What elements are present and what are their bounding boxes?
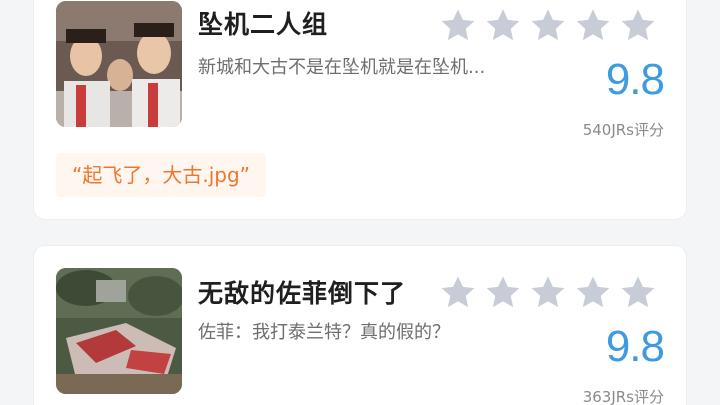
star-icon[interactable] (439, 274, 477, 312)
star-rating[interactable] (439, 274, 657, 312)
featured-quote: “起飞了，大古.jpg” (56, 153, 267, 197)
card-title: 无敌的佐菲倒下了 (198, 279, 407, 308)
thumbnail-image (56, 1, 182, 127)
star-icon[interactable] (529, 7, 567, 45)
star-icon[interactable] (529, 274, 567, 312)
review-list: 坠机二人组 新城和大古不是在坠机就是在坠机... 9.8 540JRs评分 “起… (0, 0, 720, 405)
review-card[interactable]: 无敌的佐菲倒下了 佐菲：我打泰兰特？真的假的？ 9.8 363JRs评分 (33, 245, 687, 405)
card-description: 新城和大古不是在坠机就是在坠机... (198, 57, 486, 78)
review-card[interactable]: 坠机二人组 新城和大古不是在坠机就是在坠机... 9.8 540JRs评分 “起… (33, 0, 687, 220)
card-description: 佐菲：我打泰兰特？真的假的？ (198, 322, 450, 343)
star-icon[interactable] (574, 7, 612, 45)
star-icon[interactable] (439, 7, 477, 45)
star-icon[interactable] (484, 7, 522, 45)
star-icon[interactable] (574, 274, 612, 312)
rating-count: 363JRs评分 (582, 388, 664, 405)
score-value: 9.8 (605, 55, 665, 104)
rating-count: 540JRs评分 (582, 121, 664, 139)
card-thumbnail[interactable] (56, 268, 182, 394)
card-title: 坠机二人组 (198, 10, 329, 39)
star-icon[interactable] (619, 7, 657, 45)
score-value: 9.8 (605, 322, 665, 371)
star-icon[interactable] (484, 274, 522, 312)
thumbnail-image (56, 268, 182, 394)
star-rating[interactable] (439, 7, 657, 45)
card-thumbnail[interactable] (56, 1, 182, 127)
star-icon[interactable] (619, 274, 657, 312)
